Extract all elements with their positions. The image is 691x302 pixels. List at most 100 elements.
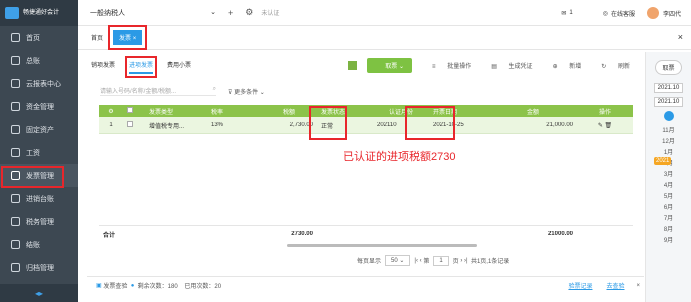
close-all-icon[interactable]: × xyxy=(678,32,683,42)
grid-icon[interactable] xyxy=(348,61,358,70)
edit-icon[interactable]: ✎ xyxy=(598,123,603,129)
prev-page-icon[interactable]: ‹ xyxy=(420,258,422,264)
voucher-label: 生成凭证 xyxy=(508,64,533,70)
message-icon[interactable]: ✉ xyxy=(561,10,566,17)
main-content: 销项发票 进项发票 费用小票 取票 ⌄ ≡ 批量操作 ▤ 生成凭证 ⊕ 新增 ↻… xyxy=(87,52,644,302)
subtab-expense-receipt[interactable]: 费用小票 xyxy=(167,60,191,74)
delete-icon[interactable]: 🗑 xyxy=(605,123,613,129)
sidebar-item-home[interactable]: 首页 xyxy=(0,26,78,49)
header-amount[interactable]: 金额 xyxy=(489,107,577,116)
total-tax: 2730.00 xyxy=(291,231,313,237)
avatar[interactable] xyxy=(646,7,659,19)
month-item[interactable]: 12月 xyxy=(662,136,675,147)
row-checkbox[interactable] xyxy=(123,121,145,129)
sidebar-item-label: 首页 xyxy=(26,34,40,42)
batch-operation-button[interactable]: ≡ 批量操作 xyxy=(422,61,471,70)
total-row: 合计 2730.00 21000.00 xyxy=(99,225,633,242)
month-item[interactable]: 4月 xyxy=(662,180,675,191)
plus-circle-icon: ⊕ xyxy=(552,64,558,70)
more-filters-button[interactable]: ⊽ 更多条件 ⌄ xyxy=(228,87,265,96)
sidebar-item-label: 固定资产 xyxy=(26,126,54,134)
company-selector[interactable]: 一般纳税人 ⌄ xyxy=(90,8,216,18)
list-icon: ≡ xyxy=(432,64,436,70)
collapse-sidebar-icon[interactable]: ◂▸ xyxy=(0,284,78,302)
headset-icon[interactable]: ◎ xyxy=(603,10,608,17)
sidebar-item-salary[interactable]: 工资 xyxy=(0,141,78,164)
total-label: 合计 xyxy=(103,232,116,239)
sidebar-item-closing[interactable]: 结账 xyxy=(0,233,78,256)
sidebar-item-report-center[interactable]: 云报表中心 xyxy=(0,72,78,95)
right-panel: 取票 2021.10 2021.10 11月12月1月2月3月4月5月6月7月8… xyxy=(645,52,691,302)
horizontal-scrollbar[interactable] xyxy=(287,244,477,247)
sidebar-item-sales-ledger[interactable]: 进销台账 xyxy=(0,187,78,210)
search-icon[interactable]: ⌕ xyxy=(213,86,216,95)
tab-invoice[interactable]: 发票 × xyxy=(107,25,148,50)
generate-voucher-button[interactable]: ▤ 生成凭证 xyxy=(481,61,532,70)
user-name[interactable]: 李四代 xyxy=(663,9,681,18)
bottom-bar: ▣ 发票查验 ● 剩余次数：180 已用次数：20 验票记录 去查验 × xyxy=(87,276,644,294)
invoice-table: ⚙ 发票类型 税率 税额 发票状态 认证月份 开票日期 金额 操作 1 增值税专… xyxy=(99,105,633,134)
next-page-icon[interactable]: › xyxy=(460,258,462,264)
refresh-label: 刷新 xyxy=(617,64,630,70)
date-from[interactable]: 2021.10 xyxy=(653,83,684,93)
go-check-link[interactable]: 去查验 xyxy=(606,281,624,290)
company-name: 一般纳税人 xyxy=(90,9,125,17)
close-icon[interactable]: × xyxy=(133,36,137,42)
tab-home[interactable]: 首页 xyxy=(91,33,103,42)
per-page-value: 50 xyxy=(391,258,398,264)
month-item[interactable]: 11月 xyxy=(662,125,675,136)
header-gear-icon[interactable]: ⚙ xyxy=(99,108,123,115)
header-select-all[interactable] xyxy=(123,107,145,115)
last-page-icon[interactable]: ›| xyxy=(464,258,468,264)
gear-icon[interactable]: ⚙ xyxy=(245,7,253,18)
header-rate[interactable]: 税率 xyxy=(207,107,261,116)
table-row[interactable]: 1 增值税专用... 13% 2,730.00 正常 202110 2021-1… xyxy=(99,117,633,134)
online-service-link[interactable]: 在线客服 xyxy=(611,9,635,18)
search-input[interactable]: 请输入号码/名称/金额/税额... ⌕ xyxy=(100,86,216,96)
sidebar-item-label: 资金管理 xyxy=(26,103,54,111)
add-button[interactable]: ⊕ 新增 xyxy=(543,61,582,70)
invoice-subtabs: 销项发票 进项发票 费用小票 xyxy=(91,56,205,78)
receive-invoice-button[interactable]: 取票 ⌄ xyxy=(367,58,412,73)
month-item[interactable]: 7月 xyxy=(662,213,675,224)
home-icon xyxy=(11,33,20,42)
logo-text: 畅捷通好会计 xyxy=(23,9,60,16)
sidebar-item-label: 结账 xyxy=(26,241,40,249)
receive-label: 取票 xyxy=(385,64,398,70)
sidebar-item-fund[interactable]: 资金管理 xyxy=(0,95,78,118)
month-item[interactable]: 6月 xyxy=(662,202,675,213)
checkbox[interactable] xyxy=(127,107,133,113)
date-to[interactable]: 2021.10 xyxy=(653,97,684,107)
sidebar-item-fixed-assets[interactable]: 固定资产 xyxy=(0,118,78,141)
sidebar-item-tax[interactable]: 税务管理 xyxy=(0,210,78,233)
fund-icon xyxy=(11,102,20,111)
sidebar-item-ledger[interactable]: 总账 xyxy=(0,49,78,72)
month-item[interactable]: 8月 xyxy=(662,224,675,235)
month-item[interactable]: 5月 xyxy=(662,191,675,202)
logo-icon xyxy=(5,7,19,19)
salary-icon xyxy=(11,148,20,157)
sidebar-item-label: 税务管理 xyxy=(26,218,54,226)
tab-invoice-label: 发票 xyxy=(119,36,132,42)
batch-label: 批量操作 xyxy=(447,64,472,70)
refresh-button[interactable]: ↻ 刷新 xyxy=(591,61,630,70)
check-history-link[interactable]: 验票记录 xyxy=(568,281,592,290)
report-center-icon xyxy=(11,79,20,88)
header-type[interactable]: 发票类型 xyxy=(145,107,207,116)
right-receive-button[interactable]: 取票 xyxy=(655,60,682,75)
close-icon[interactable]: × xyxy=(636,283,640,289)
archive-icon xyxy=(11,263,20,272)
page-suffix: 页 xyxy=(452,259,459,265)
per-page-select[interactable]: 50 ⌄ xyxy=(385,255,411,266)
subtab-purchase-invoice[interactable]: 进项发票 xyxy=(125,56,158,78)
sidebar-item-archive[interactable]: 归档管理 xyxy=(0,256,78,279)
header-actions: 操作 xyxy=(598,109,611,116)
checkbox[interactable] xyxy=(127,121,133,127)
month-item[interactable]: 9月 xyxy=(662,235,675,246)
highlight-box-invoice-menu xyxy=(1,166,64,188)
page-input[interactable]: 1 xyxy=(433,255,449,266)
plus-icon[interactable]: + xyxy=(228,8,233,18)
first-page-icon[interactable]: |‹ xyxy=(414,258,418,264)
subtab-sales-invoice[interactable]: 销项发票 xyxy=(91,60,115,74)
month-item[interactable]: 3月 xyxy=(662,169,675,180)
